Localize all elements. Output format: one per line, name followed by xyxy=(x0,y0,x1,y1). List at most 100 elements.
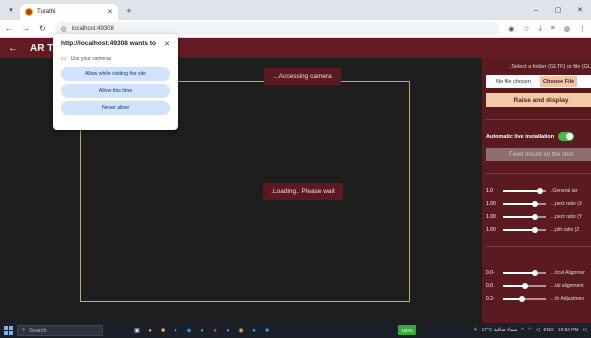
store-icon[interactable]: ◆ xyxy=(185,327,193,335)
slider-label: ...pth ratio (Z xyxy=(551,226,580,233)
browser-tab[interactable]: Turathi ✕ xyxy=(20,4,118,20)
menu-icon[interactable]: ⋮ xyxy=(579,25,586,33)
slider-knob[interactable] xyxy=(519,295,526,302)
slider-fill xyxy=(503,271,536,274)
slider-track[interactable] xyxy=(503,282,546,289)
back-icon[interactable]: ← xyxy=(5,24,13,33)
maximize-icon[interactable]: ▢ xyxy=(547,0,569,20)
slider-knob[interactable] xyxy=(532,269,539,276)
weather-text[interactable]: 17°C سماء صافية xyxy=(482,328,518,333)
notification-icon[interactable]: ▭ xyxy=(582,328,587,333)
allow-this-time-button[interactable]: Allow this time xyxy=(61,84,170,98)
slider-label: ...pect ratio (X xyxy=(551,200,583,207)
slider-knob[interactable] xyxy=(536,187,543,194)
profile-icon[interactable]: ◍ xyxy=(564,25,570,33)
slider-row: 1.00 ...pect ratio (Y xyxy=(486,212,591,221)
no-file-text: No file chosen xyxy=(496,78,531,85)
app-icon-teal[interactable]: ● xyxy=(250,327,258,335)
app-icon-blue[interactable]: ● xyxy=(224,327,232,335)
slider-knob[interactable] xyxy=(532,200,539,207)
slider-knob[interactable] xyxy=(521,282,528,289)
select-folder-label: .Select a folder (GLTF) or file (GL xyxy=(509,64,591,70)
slider-value: 0.0- xyxy=(486,269,495,276)
network-icon[interactable]: ◠ xyxy=(528,328,532,333)
url-text: localhost:49308 xyxy=(71,25,114,32)
widgets-icon[interactable]: ● xyxy=(146,327,154,335)
taskbar-apps: ▣ ● ■ ◐ ◆ ● ● ● ◉ ● ■ xyxy=(133,327,271,335)
download-icon[interactable]: ⤓ xyxy=(539,25,542,33)
slider-label: ...tal alignment xyxy=(551,282,584,289)
auto-install-toggle[interactable] xyxy=(558,132,575,141)
close-tab-icon[interactable]: ✕ xyxy=(107,8,113,16)
tray-chevron-icon[interactable]: ^ xyxy=(521,328,523,333)
alignment-sliders: 0.0- ...tical Alignmer 0.0 ...tal alignment… xyxy=(486,268,591,303)
allow-while-visiting-button[interactable]: Allow while visiting the site xyxy=(61,67,170,81)
translate-icon[interactable]: ≡ xyxy=(551,25,555,33)
minimize-icon[interactable]: – xyxy=(525,0,547,20)
accessing-camera-status: ...Accessing camera xyxy=(264,68,341,85)
app-icon-red[interactable]: ● xyxy=(211,327,219,335)
vscode-icon[interactable]: ■ xyxy=(263,327,271,335)
file-explorer-icon[interactable]: ■ xyxy=(159,327,167,335)
bookmark-star-icon[interactable]: ☆ xyxy=(523,25,529,33)
slider-label: ...tical Alignmer xyxy=(551,269,585,276)
auto-install-row: Automatic live installation xyxy=(486,132,591,141)
camera-permission-icon[interactable]: ◉ xyxy=(508,25,514,33)
windows-taskbar: ⌕ Search ▣ ● ■ ◐ ◆ ● ● ● ◉ ● ■ 100% ☀ 17… xyxy=(0,323,591,338)
taskbar-search[interactable]: ⌕ Search xyxy=(17,325,103,336)
slider-value: 1.00 xyxy=(486,200,496,207)
slider-knob[interactable] xyxy=(532,226,539,233)
never-allow-button[interactable]: Never allow xyxy=(61,101,170,115)
speaker-icon[interactable]: ◁ xyxy=(536,328,540,333)
settings-sidebar: .Select a folder (GLTF) or file (GL No f… xyxy=(482,58,591,323)
slider-fill xyxy=(503,202,536,205)
slider-knob[interactable] xyxy=(532,213,539,220)
weather-icon: ☀ xyxy=(473,328,478,333)
slider-value: 1.00 xyxy=(486,226,496,233)
camera-permission-dialog: http://localhost:49308 wants to ✕ ▭ Use … xyxy=(53,34,178,130)
close-window-icon[interactable]: ✕ xyxy=(569,0,591,20)
slider-fill xyxy=(503,215,536,218)
slider-track[interactable] xyxy=(503,213,546,220)
reload-icon[interactable]: ↻ xyxy=(39,24,46,33)
slider-track[interactable] xyxy=(503,295,546,302)
raise-and-display-button[interactable]: Raise and display xyxy=(486,93,591,107)
slider-track[interactable] xyxy=(503,187,546,194)
window-controls: – ▢ ✕ xyxy=(525,0,591,20)
app-title: AR T xyxy=(30,42,54,54)
slider-value: 1.0 xyxy=(486,187,493,194)
fixed-mount-button[interactable]: Fixed mount on the shot xyxy=(486,148,591,161)
slider-label: ...th Adjustmen xyxy=(551,295,585,302)
tab-search-icon[interactable]: ▾ xyxy=(4,3,18,17)
slider-row: 1.0 .General siz xyxy=(486,186,591,195)
app-icon-green[interactable]: ● xyxy=(198,327,206,335)
edge-icon[interactable]: ◐ xyxy=(172,327,180,335)
chrome-icon[interactable]: ◉ xyxy=(237,327,245,335)
slider-value: 1.00 xyxy=(486,213,496,220)
slider-value: 0.2- xyxy=(486,295,495,302)
language-indicator[interactable]: ENG xyxy=(544,328,554,333)
site-info-icon[interactable]: ◎ xyxy=(61,25,67,33)
file-input[interactable]: No file chosen Choose File xyxy=(486,75,591,88)
forward-icon[interactable]: → xyxy=(22,24,30,33)
search-placeholder: Search xyxy=(29,327,47,334)
browser-tab-bar: ▾ Turathi ✕ + xyxy=(0,0,591,20)
toolbar-icons: ◉ ☆ ⤓ ≡ ◍ ⋮ xyxy=(508,25,586,33)
app-back-icon[interactable]: ← xyxy=(8,43,18,54)
close-dialog-icon[interactable]: ✕ xyxy=(164,40,170,48)
choose-file-button[interactable]: Choose File xyxy=(540,76,578,87)
system-tray: ☀ 17°C سماء صافية ^ ◠ ◁ ENG 10:54 PM ▭ xyxy=(473,323,587,338)
slider-track[interactable] xyxy=(503,226,546,233)
search-icon: ⌕ xyxy=(22,327,26,333)
slider-track[interactable] xyxy=(503,269,546,276)
slider-row: 1.00 ...pth ratio (Z xyxy=(486,225,591,234)
task-view-icon[interactable]: ▣ xyxy=(133,327,141,335)
windows-start-icon[interactable] xyxy=(4,326,13,335)
auto-install-label: Automatic live installation xyxy=(486,133,555,140)
permission-request: Use your cameras xyxy=(70,55,112,62)
slider-label: ...pect ratio (Y xyxy=(551,213,583,220)
tab-title: Turathi xyxy=(37,9,56,15)
clock[interactable]: 10:54 PM xyxy=(558,328,579,333)
new-tab-icon[interactable]: + xyxy=(122,4,136,18)
slider-track[interactable] xyxy=(503,200,546,207)
